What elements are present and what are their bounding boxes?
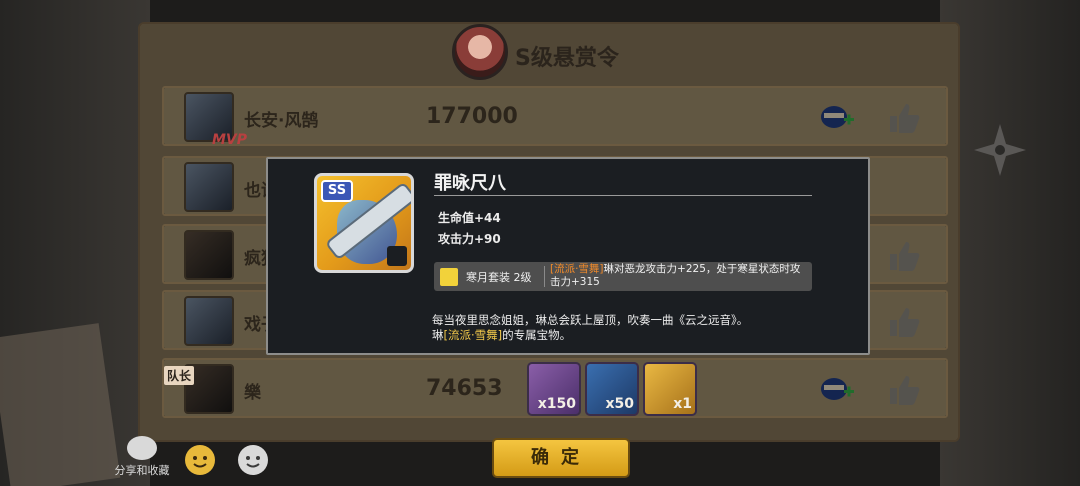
bounty-target-portrait: [452, 24, 508, 80]
mvp-badge: MVP: [212, 132, 248, 148]
captain-badge: 队长: [164, 366, 195, 385]
item-detail-modal: SS 罪咏尺八 生命值+44 攻击力+90 寒月套装 2级 [流派·雪舞]琳对恶…: [266, 157, 870, 355]
reward-quantity: x1: [673, 396, 692, 412]
share-label: 分享和收藏: [114, 464, 170, 477]
background-right: [940, 0, 1080, 486]
set-style-tag: [流派·雪舞]: [550, 263, 604, 275]
chest-icon[interactable]: x1: [643, 362, 697, 416]
share-button[interactable]: 分享和收藏: [110, 436, 174, 478]
story-line: 琳[流派·雪舞]的专属宝物。: [432, 328, 572, 342]
set-icon: [387, 246, 407, 266]
set-description: [流派·雪舞]琳对恶龙攻击力+225，处于寒星状态时攻击力+315: [550, 263, 808, 289]
player-row: 长安·风鹄 177000: [162, 86, 948, 146]
chat-bubble-icon: [127, 436, 157, 460]
set-bonus: 寒月套装 2级 [流派·雪舞]琳对恶龙攻击力+225，处于寒星状态时攻击力+31…: [434, 262, 812, 291]
reward-quantity: x150: [537, 396, 576, 412]
set-name: 寒月套装 2级: [466, 271, 532, 284]
stat-hp: 生命值+44: [438, 211, 501, 225]
stat-attack: 攻击力+90: [438, 232, 501, 246]
page-title: S级悬赏令: [515, 46, 619, 71]
smile-emoji-icon[interactable]: [184, 444, 216, 476]
sakura-icon[interactable]: x150: [527, 362, 581, 416]
confirm-button[interactable]: 确定: [492, 438, 630, 478]
story-style-tag: [流派·雪舞]: [443, 328, 503, 342]
divider: [544, 266, 545, 287]
flute-icon: SS: [314, 173, 414, 273]
shirt-icon: [440, 268, 458, 286]
shuriken-icon: [974, 124, 1026, 176]
item-story: 每当夜里思念姐姐，琳总会跃上屋顶，吹奏一曲《云之远音》。 琳[流派·雪舞]的专属…: [432, 313, 852, 343]
rarity-badge: SS: [321, 180, 353, 202]
emoji-icon[interactable]: [237, 444, 269, 476]
item-name: 罪咏尺八: [434, 173, 506, 194]
divider: [434, 195, 812, 196]
story-line: 每当夜里思念姐姐，琳总会跃上屋顶，吹奏一曲《云之远音》。: [432, 313, 749, 327]
scroll-icon[interactable]: x50: [585, 362, 639, 416]
reward-quantity: x50: [605, 396, 634, 412]
